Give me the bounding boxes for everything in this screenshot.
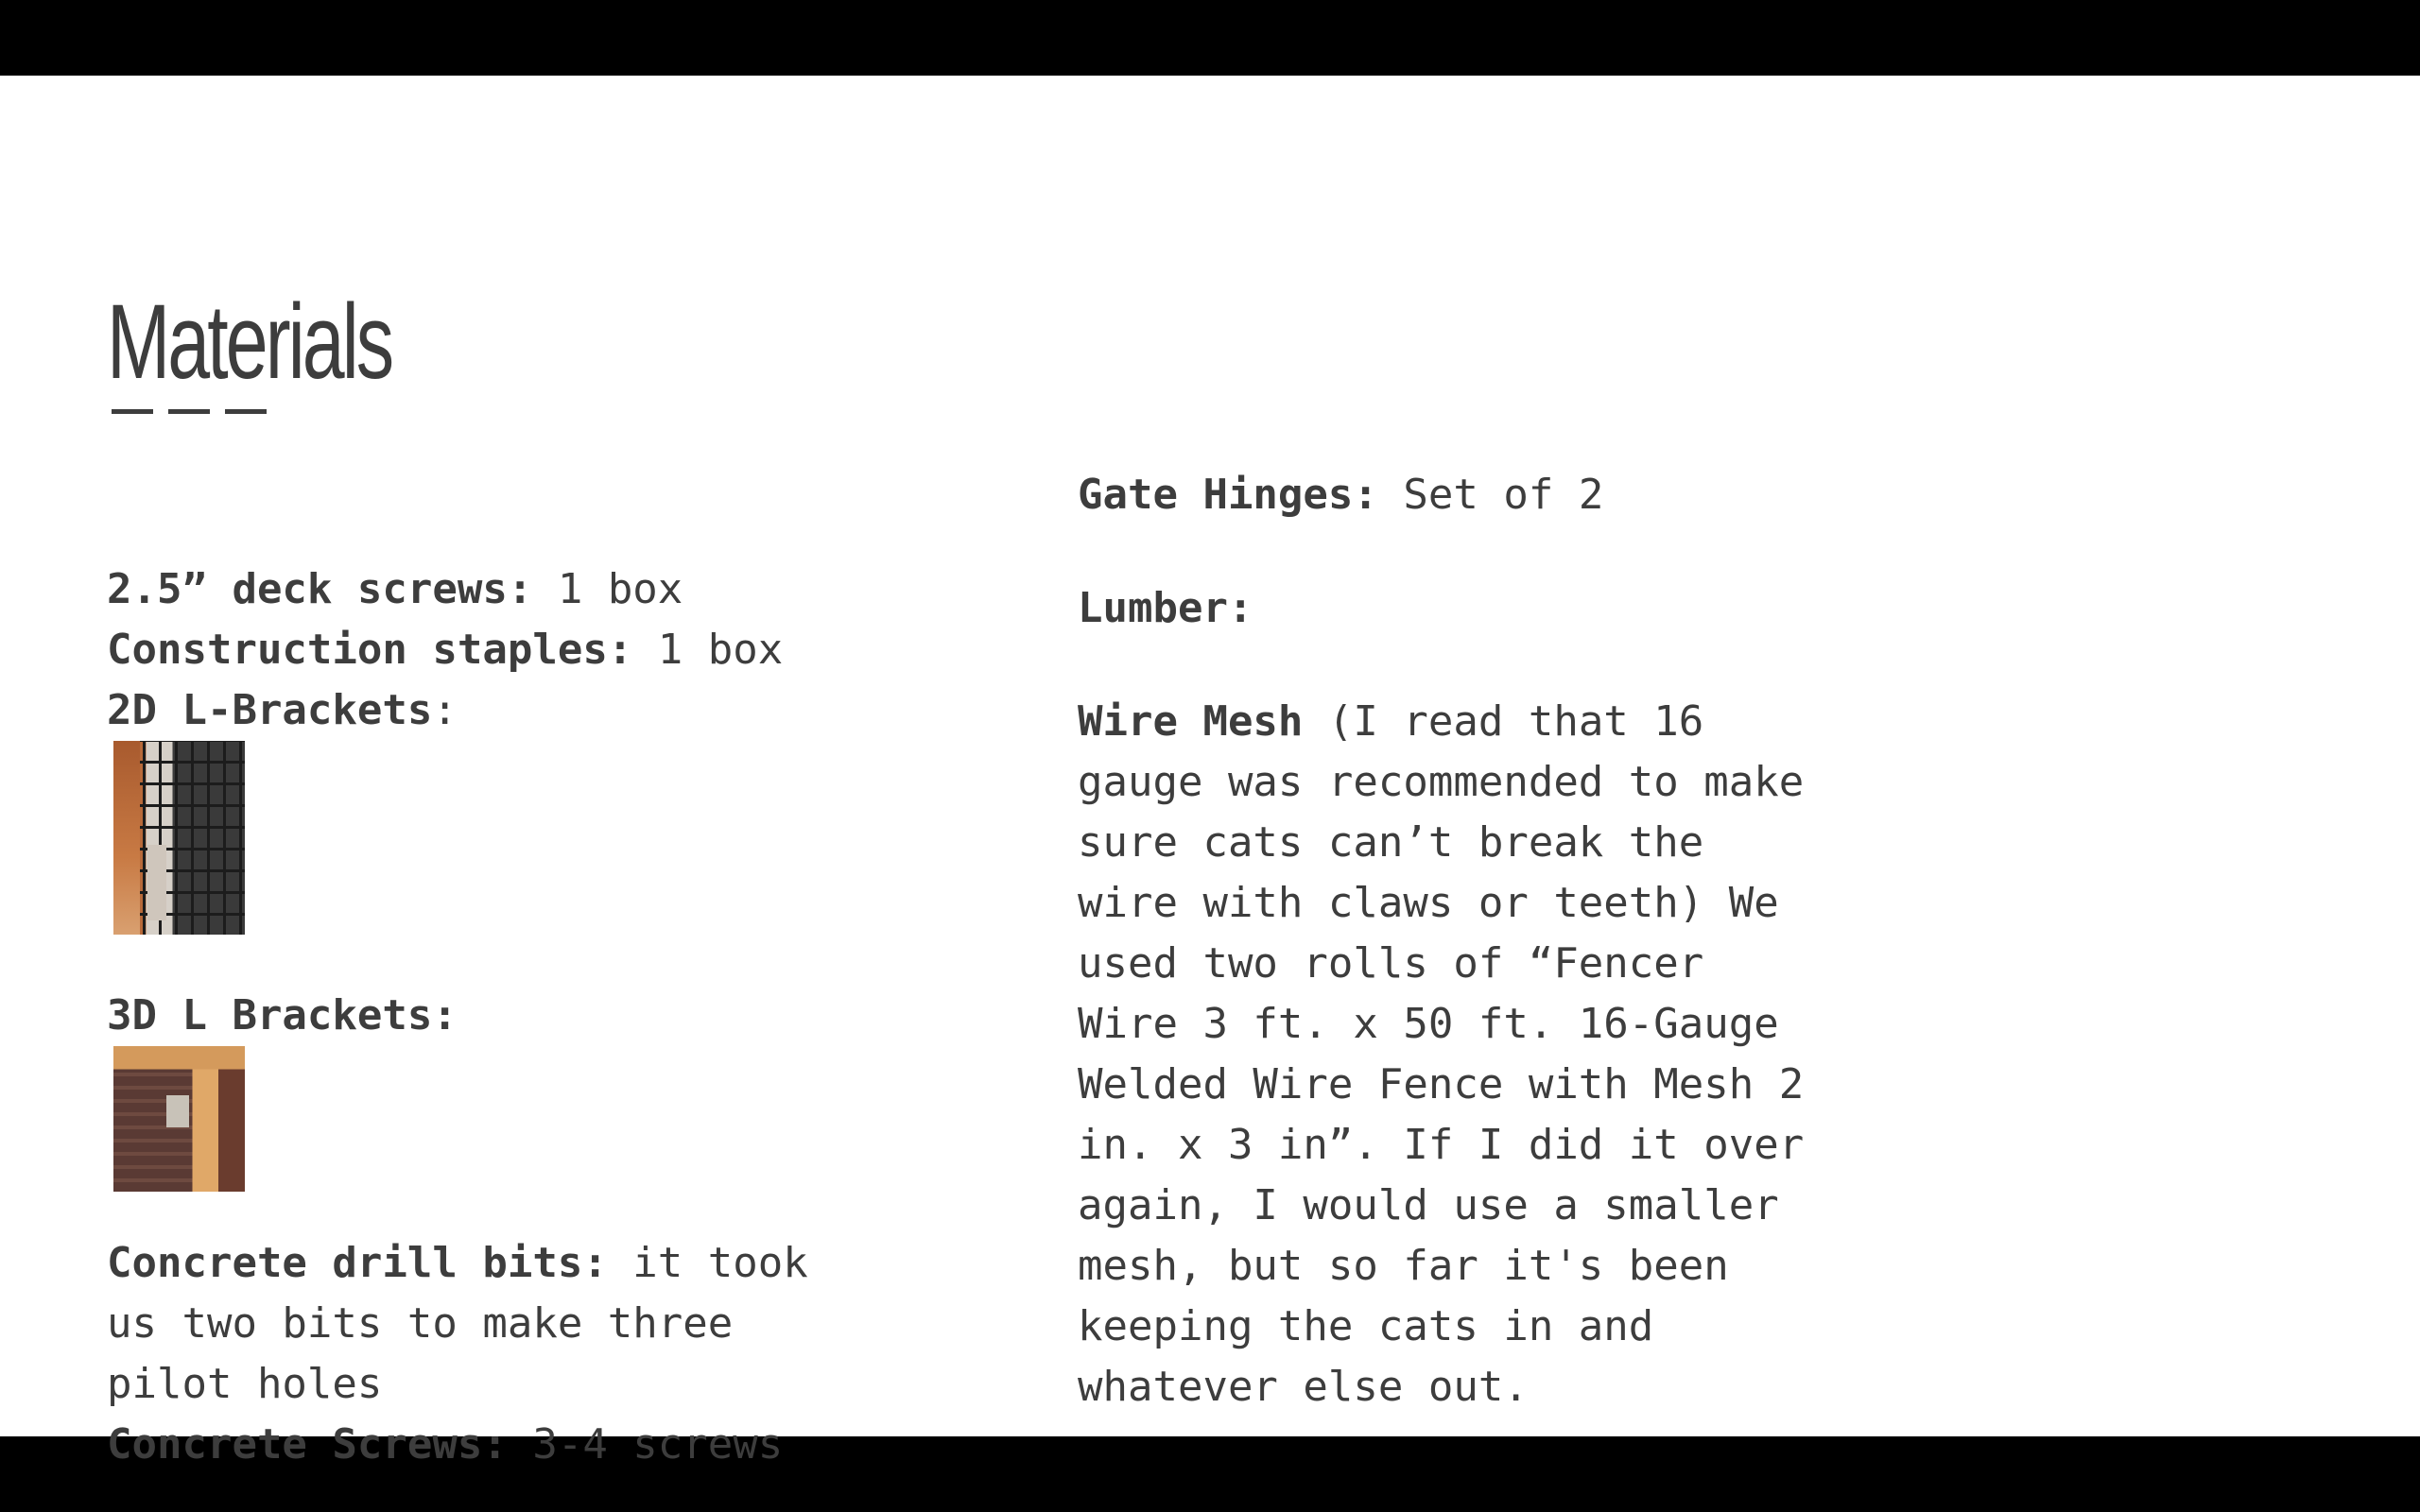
brackets-2d-item: 2D L-Brackets: xyxy=(107,680,958,741)
bracket-2d-image xyxy=(113,741,245,935)
right-column: Gate Hinges: Set of 2 Lumber: Wire Mesh … xyxy=(1078,465,1853,1418)
wire-mesh-item: Wire Mesh (I read that 16 gauge was reco… xyxy=(1078,692,1824,1418)
concrete-screws-value: 3-4 screws xyxy=(507,1420,784,1469)
deck-screws-item: 2.5” deck screws: 1 box xyxy=(107,559,958,620)
drill-bits-label: Concrete drill bits: xyxy=(107,1239,608,1287)
concrete-screws-label: Concrete Screws: xyxy=(107,1420,508,1469)
drill-bits-item: Concrete drill bits: it took us two bits… xyxy=(107,1233,863,1415)
wire-mesh-value: (I read that 16 gauge was recommended to… xyxy=(1078,697,1805,1411)
bracket-3d-image xyxy=(113,1046,245,1192)
staples-label: Construction staples: xyxy=(107,626,633,674)
brackets-2d-colon: : xyxy=(432,686,458,734)
brackets-2d-label: 2D L-Brackets xyxy=(107,686,433,734)
lumber-label: Lumber: xyxy=(1078,584,1253,632)
slide-title: Materials xyxy=(107,283,394,401)
gate-hinges-label: Gate Hinges: xyxy=(1078,471,1378,519)
divider-dash xyxy=(225,409,267,414)
concrete-screws-item: Concrete Screws: 3-4 screws xyxy=(107,1415,958,1475)
slide: Materials 2.5” deck screws: 1 box Constr… xyxy=(0,76,2420,1469)
gate-hinges-value: Set of 2 xyxy=(1377,471,1604,519)
left-column: 2.5” deck screws: 1 box Construction sta… xyxy=(107,559,958,1475)
deck-screws-value: 1 box xyxy=(532,565,683,613)
brackets-3d-item: 3D L Brackets: xyxy=(107,986,958,1046)
staples-item: Construction staples: 1 box xyxy=(107,620,958,680)
deck-screws-label: 2.5” deck screws: xyxy=(107,565,533,613)
title-divider xyxy=(112,409,267,414)
brackets-3d-label: 3D L Brackets: xyxy=(107,991,458,1040)
divider-dash xyxy=(168,409,210,414)
lumber-item: Lumber: xyxy=(1078,578,1853,639)
staples-value: 1 box xyxy=(632,626,784,674)
divider-dash xyxy=(112,409,153,414)
wire-mesh-label: Wire Mesh xyxy=(1078,697,1304,746)
gate-hinges-item: Gate Hinges: Set of 2 xyxy=(1078,465,1853,525)
